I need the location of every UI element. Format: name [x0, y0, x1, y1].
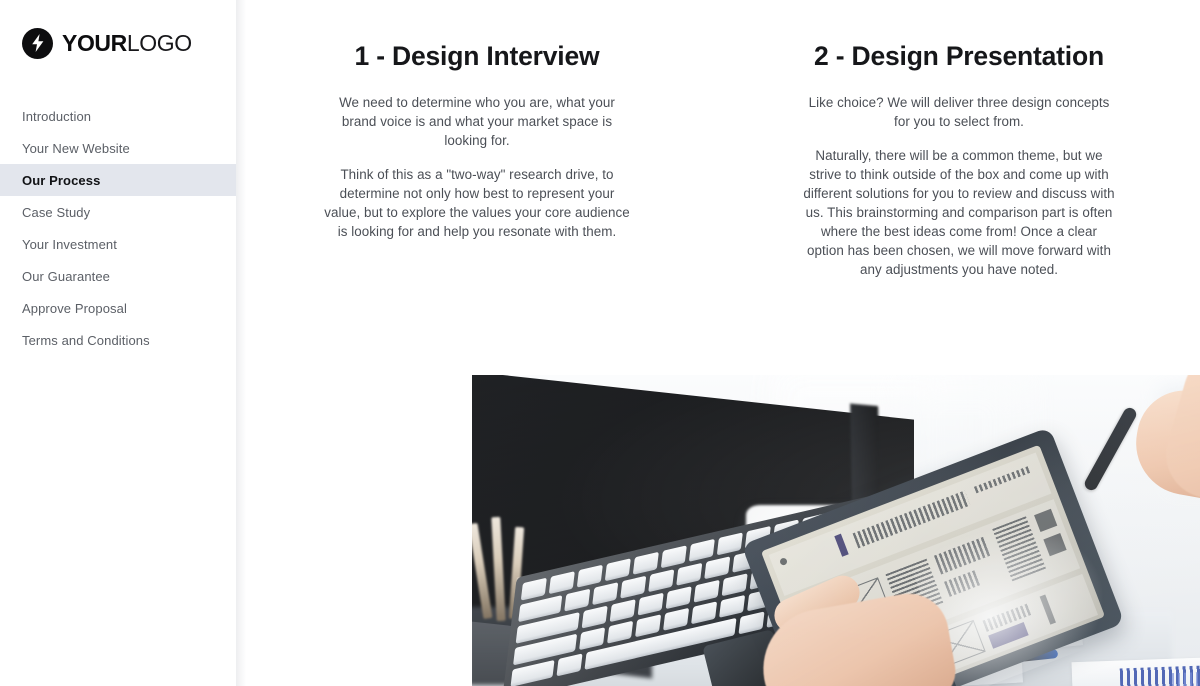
logo-text: YOURLOGO	[62, 29, 192, 56]
hero-photo	[472, 375, 1200, 686]
sidebar-item-introduction[interactable]: Introduction	[0, 100, 236, 132]
paragraph: We need to determine who you are, what y…	[339, 95, 615, 149]
logo-text-strong: YOUR	[62, 29, 127, 56]
sidebar-item-terms-and-conditions[interactable]: Terms and Conditions	[0, 324, 236, 356]
process-step-2: 2 - Design Presentation Like choice? We …	[718, 0, 1200, 279]
page-title: 2 - Design Presentation	[814, 41, 1104, 71]
logo-text-light: LOGO	[126, 29, 192, 56]
sidebar-item-our-guarantee[interactable]: Our Guarantee	[0, 260, 236, 292]
process-columns: 1 - Design Interview We need to determin…	[236, 0, 1200, 279]
sidebar-item-label: Your New Website	[22, 140, 130, 156]
proposal-page: YOURLOGO Introduction Your New Website O…	[0, 0, 1200, 686]
sidebar-item-case-study[interactable]: Case Study	[0, 196, 236, 228]
process-step-1-body: We need to determine who you are, what y…	[322, 93, 632, 241]
sidebar-item-label: Our Guarantee	[22, 268, 111, 284]
process-step-1: 1 - Design Interview We need to determin…	[236, 0, 718, 279]
sidebar-item-label: Terms and Conditions	[22, 332, 150, 348]
process-step-2-body: Like choice? We will deliver three desig…	[803, 93, 1115, 279]
sidebar-item-approve-proposal[interactable]: Approve Proposal	[0, 292, 236, 324]
sidebar-item-label: Your Investment	[22, 236, 117, 252]
sidebar-item-label: Approve Proposal	[22, 300, 127, 316]
sidebar: YOURLOGO Introduction Your New Website O…	[0, 0, 246, 686]
logo[interactable]: YOURLOGO	[0, 22, 236, 64]
page-title: 1 - Design Interview	[354, 41, 600, 71]
sidebar-item-label: Introduction	[22, 108, 92, 124]
paragraph: Think of this as a "two-way" research dr…	[324, 167, 630, 240]
lightning-bolt-icon	[22, 27, 53, 59]
paragraph: Naturally, there will be a common theme,…	[803, 148, 1115, 278]
sidebar-item-label: Case Study	[22, 204, 91, 220]
sidebar-item-label: Our Process	[22, 172, 101, 188]
sidebar-item-your-new-website[interactable]: Your New Website	[0, 132, 236, 164]
sidebar-nav: Introduction Your New Website Our Proces…	[0, 100, 236, 356]
paragraph: Like choice? We will deliver three desig…	[808, 95, 1110, 130]
sidebar-item-our-process[interactable]: Our Process	[0, 164, 236, 196]
sidebar-item-your-investment[interactable]: Your Investment	[0, 228, 236, 260]
main-content: 1 - Design Interview We need to determin…	[236, 0, 1200, 686]
